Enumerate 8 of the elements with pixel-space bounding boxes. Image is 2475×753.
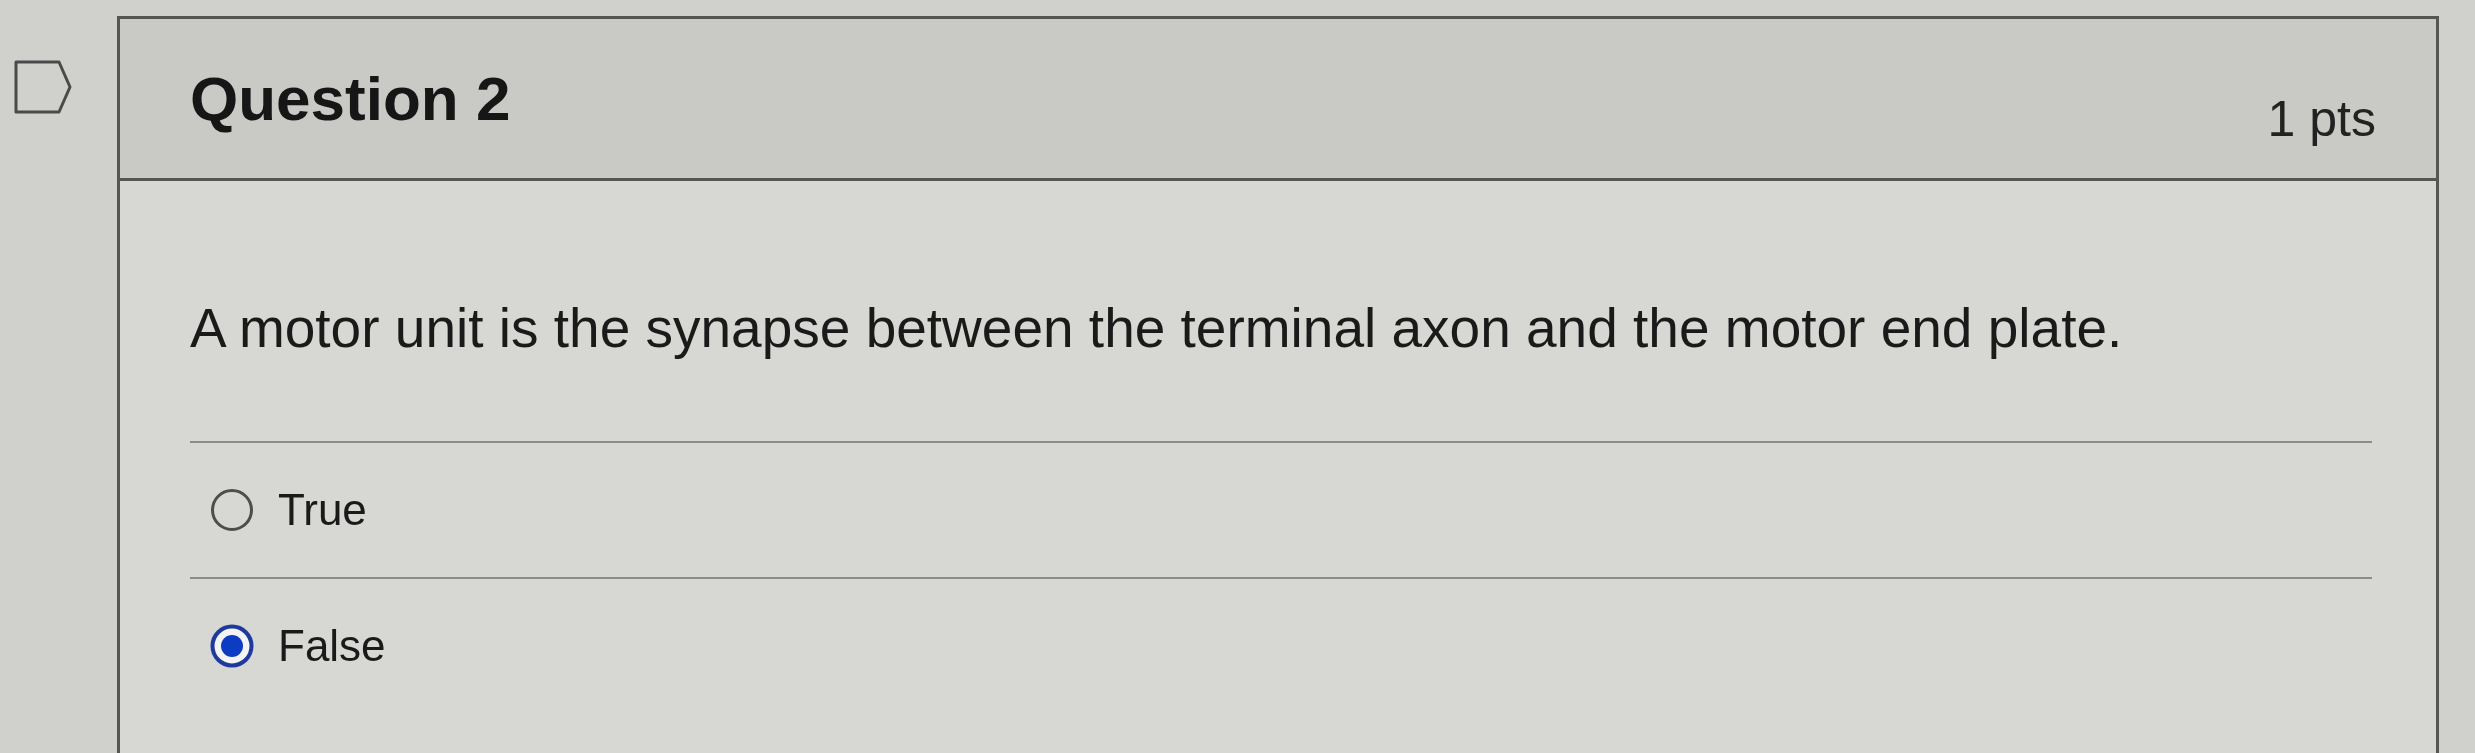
tag-icon[interactable] [14,60,72,114]
answer-label[interactable]: False [278,621,386,671]
points-label: 1 pts [2267,89,2376,148]
answer-label[interactable]: True [278,485,367,535]
question-text: A motor unit is the synapse between the terminal axon and the motor end plate. [190,296,2124,361]
radio-button[interactable] [210,624,254,668]
question-title: Question 2 [190,63,511,134]
radio-button[interactable] [210,488,254,532]
